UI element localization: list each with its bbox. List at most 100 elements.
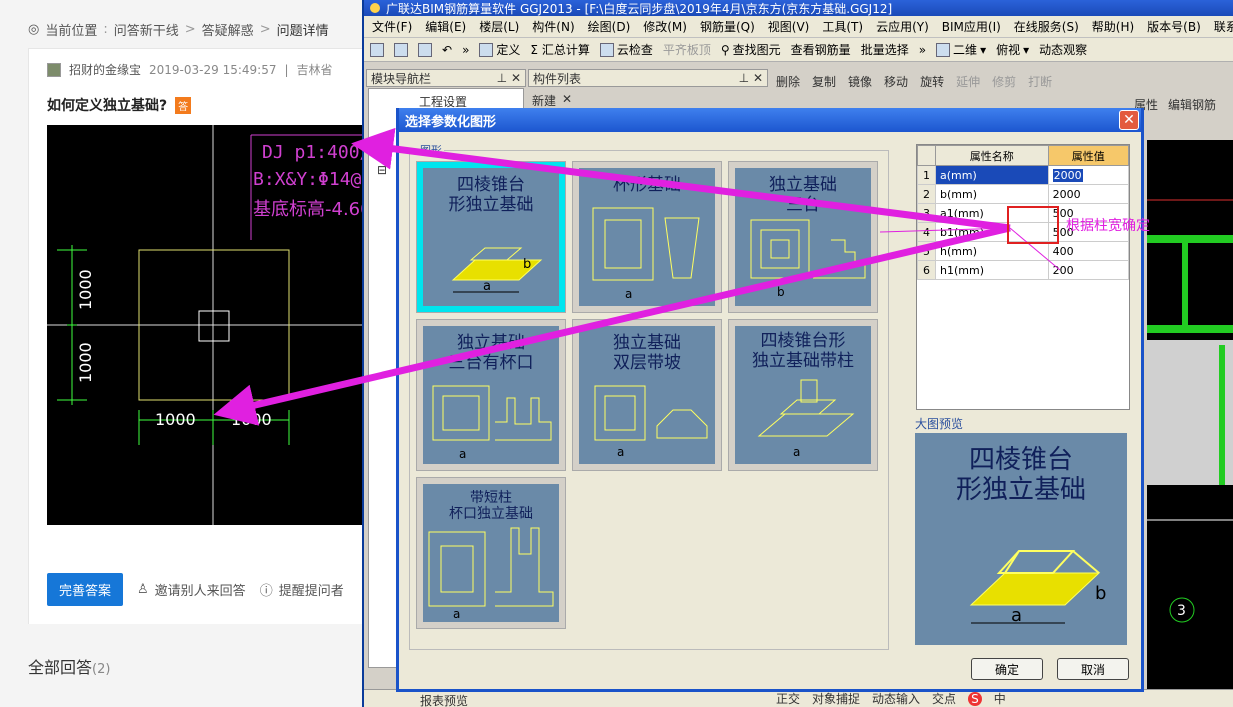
- overflow-icon[interactable]: »: [919, 43, 926, 57]
- svg-text:a: a: [793, 445, 800, 459]
- cloud-check-button[interactable]: 云检查: [599, 41, 653, 58]
- property-value[interactable]: 400: [1047, 241, 1130, 261]
- breadcrumb-item-2[interactable]: 答疑解惑: [202, 20, 254, 39]
- menu-file[interactable]: 文件(F): [372, 18, 412, 35]
- menu-floor[interactable]: 楼层(L): [479, 18, 519, 35]
- shape-option-cup-foundation[interactable]: 杯形基础 a: [572, 161, 722, 313]
- shape-group-label: 图形: [418, 142, 444, 158]
- new-component-button[interactable]: 新建: [532, 92, 556, 109]
- overflow-icon[interactable]: »: [462, 43, 469, 57]
- open-folder-icon[interactable]: [394, 42, 408, 57]
- close-icon[interactable]: ✕: [1119, 110, 1139, 130]
- shape-thumbnail: 独立基础 双层带坡 a: [579, 326, 715, 464]
- table-row[interactable]: 2 b(mm) 2000: [917, 184, 1130, 204]
- break-button: 打断: [1028, 74, 1053, 89]
- cad-dim-label: 1000: [155, 410, 196, 429]
- table-row[interactable]: 5 h(mm) 400: [917, 241, 1130, 261]
- move-button[interactable]: 移动: [884, 73, 908, 90]
- property-value[interactable]: 200: [1047, 260, 1130, 280]
- define-button[interactable]: 定义: [479, 41, 520, 58]
- view-rebar-button[interactable]: 查看钢筋量: [791, 41, 851, 58]
- improve-answer-button[interactable]: 完善答案: [47, 573, 124, 606]
- delete-button[interactable]: 删除: [776, 73, 800, 90]
- invite-answer-link[interactable]: ♙ 邀请别人来回答: [137, 580, 246, 599]
- menu-online[interactable]: 在线服务(S): [1014, 18, 1079, 35]
- tree-expanders: ⊟: [377, 163, 387, 177]
- shape-option-pyramid-with-column[interactable]: 四棱锥台形 独立基础带柱 a: [728, 319, 878, 471]
- shape-option-three-step[interactable]: 独立基础 三台 b: [728, 161, 878, 313]
- table-row[interactable]: 6 h1(mm) 200: [917, 260, 1130, 280]
- pin-close-icons[interactable]: ⊥ ✕: [497, 71, 521, 85]
- cad-text-line-1: DJ p1:400/20: [262, 142, 363, 163]
- status-snap[interactable]: 对象捕捉: [812, 690, 860, 707]
- author-name[interactable]: 招财的金缘宝: [69, 61, 141, 78]
- breadcrumb-separator: >: [259, 22, 271, 37]
- shape-option-double-slope[interactable]: 独立基础 双层带坡 a: [572, 319, 722, 471]
- property-value-cell[interactable]: 2000: [1047, 165, 1130, 185]
- summary-calc-button[interactable]: Σ 汇总计算: [530, 41, 589, 58]
- dynamic-view-button[interactable]: 动态观察: [1039, 41, 1087, 58]
- menu-modify[interactable]: 修改(M): [643, 18, 687, 35]
- property-value[interactable]: 2000: [1052, 168, 1083, 182]
- ok-button[interactable]: 确定: [971, 658, 1043, 680]
- undo-icon[interactable]: ↶: [442, 43, 452, 57]
- breadcrumb-item-1[interactable]: 问答新干线: [114, 20, 179, 39]
- cancel-button[interactable]: 取消: [1057, 658, 1129, 680]
- report-preview-tab[interactable]: 报表预览: [420, 692, 468, 707]
- remind-asker-link[interactable]: ⓘ 提醒提问者: [260, 580, 344, 599]
- menu-contact[interactable]: 联系客服: [1214, 18, 1233, 35]
- status-intersection[interactable]: 交点: [932, 690, 956, 707]
- shape-option-truncated-pyramid[interactable]: 四棱锥台 形独立基础 a b: [416, 161, 566, 313]
- web-page: ◎ 当前位置 : 问答新干线 > 答疑解惑 > 问题详情 招财的金缘宝 2019…: [0, 0, 363, 707]
- save-icon[interactable]: [418, 42, 432, 57]
- batch-select-button[interactable]: 批量选择: [861, 41, 909, 58]
- pin-close-icons[interactable]: ⊥ ✕: [739, 71, 763, 85]
- menu-help[interactable]: 帮助(H): [1092, 18, 1134, 35]
- all-answers-label: 全部回答: [28, 658, 93, 677]
- shape-thumbnail: 独立基础 三台有杯口 a: [423, 326, 559, 464]
- top-view-select[interactable]: 俯视 ▾: [996, 41, 1029, 58]
- menu-bim[interactable]: BIM应用(I): [942, 18, 1001, 35]
- shape-option-short-column-cup[interactable]: 带短柱 杯口独立基础 a: [416, 477, 566, 629]
- menu-edit[interactable]: 编辑(E): [425, 18, 466, 35]
- menu-rebar[interactable]: 钢筋量(Q): [700, 18, 755, 35]
- person-icon: ♙: [137, 582, 149, 597]
- row-index: 3: [917, 203, 936, 223]
- new-file-icon[interactable]: [370, 42, 384, 57]
- svg-text:b: b: [1095, 583, 1106, 604]
- shape-option-three-step-cup[interactable]: 独立基础 三台有杯口 a: [416, 319, 566, 471]
- invite-answer-label: 邀请别人来回答: [154, 584, 246, 599]
- ime-mode[interactable]: 中: [994, 690, 1006, 707]
- property-value[interactable]: 2000: [1047, 184, 1130, 204]
- ime-logo-icon: S: [968, 691, 982, 706]
- edit-rebar-button[interactable]: 编辑钢筋: [1168, 96, 1216, 113]
- menu-cloud[interactable]: 云应用(Y): [876, 18, 929, 35]
- table-row[interactable]: 1 a(mm) 2000: [917, 165, 1130, 185]
- align-slab-top-button: 平齐板顶: [663, 41, 711, 58]
- header-corner: [917, 145, 936, 166]
- menu-component[interactable]: 构件(N): [532, 18, 574, 35]
- drawing-canvas[interactable]: 3: [1147, 140, 1233, 690]
- find-element-button[interactable]: ⚲ 查找图元: [721, 41, 781, 58]
- menu-view[interactable]: 视图(V): [768, 18, 810, 35]
- region: 吉林省: [296, 63, 333, 77]
- large-preview: 四棱锥台 形独立基础 a b: [915, 433, 1127, 645]
- engineering-settings[interactable]: 工程设置: [369, 89, 523, 110]
- status-ortho[interactable]: 正交: [776, 690, 800, 707]
- menu-draw[interactable]: 绘图(D): [588, 18, 631, 35]
- tree-expand-icon[interactable]: ⊟: [377, 163, 387, 177]
- module-nav-title: 模块导航栏: [371, 71, 432, 86]
- breadcrumb-item-3: 问题详情: [276, 24, 329, 39]
- avatar[interactable]: [47, 62, 61, 77]
- header-name: 属性名称: [935, 145, 1049, 166]
- status-dynamic-input[interactable]: 动态输入: [872, 690, 920, 707]
- view-2d-select[interactable]: 二维 ▾: [936, 41, 986, 58]
- menu-version[interactable]: 版本号(B): [1147, 18, 1201, 35]
- rotate-button[interactable]: 旋转: [920, 73, 944, 90]
- copy-button[interactable]: 复制: [812, 73, 836, 90]
- mirror-button[interactable]: 镜像: [848, 73, 872, 90]
- menu-tools[interactable]: 工具(T): [822, 18, 863, 35]
- highlight-box: [1007, 206, 1059, 244]
- batch-select-label: 批量选择: [860, 43, 909, 57]
- delete-icon[interactable]: ✕: [562, 92, 572, 109]
